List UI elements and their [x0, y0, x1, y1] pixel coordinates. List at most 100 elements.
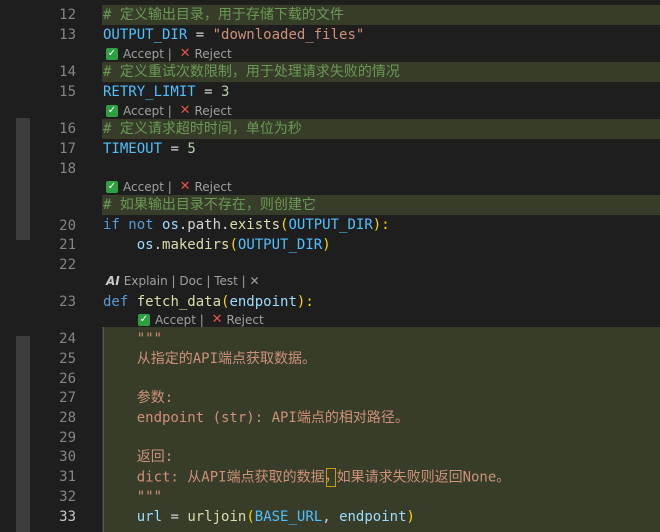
code-line[interactable]: def fetch_data(endpoint):	[103, 293, 314, 312]
docstring-punct: ，	[324, 469, 339, 485]
operator: .	[153, 237, 163, 253]
function-name: makedirs	[162, 237, 230, 253]
line-number: 24	[59, 331, 76, 347]
check-icon: ✓	[138, 313, 150, 326]
docstring-line: 从指定的API端点获取数据。	[103, 351, 317, 367]
keyword: def	[103, 294, 129, 310]
bracket: ):	[296, 294, 314, 310]
code-comment: # 定义重试次数限制，用于处理请求失败的情况	[103, 64, 400, 80]
identifier: OUTPUT_DIR	[103, 27, 188, 43]
bracket: )	[406, 509, 415, 525]
bracket: ):	[372, 217, 390, 233]
suggestion-actions: ✓ Accept | ✕ Reject	[138, 312, 264, 327]
identifier: os	[136, 237, 154, 253]
docstring-line: endpoint (str): API端点的相对路径。	[103, 410, 409, 426]
operator: =	[187, 27, 213, 43]
x-icon: ✕	[211, 312, 223, 327]
x-icon: ✕	[179, 103, 191, 118]
identifier: TIMEOUT	[103, 141, 163, 157]
identifier: RETRY_LIMIT	[103, 84, 196, 100]
line-number: 27	[59, 390, 76, 406]
identifier: BASE_URL	[254, 509, 323, 525]
bracket: (	[229, 237, 238, 253]
line-number: 20	[59, 218, 76, 234]
separator: |	[163, 179, 176, 194]
reject-button[interactable]: Reject	[194, 47, 231, 61]
accept-button[interactable]: Accept	[123, 47, 164, 61]
line-number: 12	[59, 7, 76, 23]
function-name: fetch_data	[128, 294, 222, 310]
line-number: 15	[59, 84, 76, 100]
line-number: 23	[59, 294, 76, 310]
suggestion-actions: ✓ Accept | ✕ Reject	[106, 103, 232, 118]
check-icon: ✓	[106, 104, 118, 117]
docstring-line: """	[103, 331, 163, 347]
function-name: urljoin	[187, 509, 247, 525]
code-comment: # 如果输出目录不存在，则创建它	[103, 197, 316, 213]
reject-button[interactable]: Reject	[226, 313, 263, 327]
accept-button[interactable]: Accept	[123, 104, 164, 118]
function-name: exists	[229, 217, 281, 233]
line-number: 14	[59, 64, 76, 80]
identifier: url	[136, 509, 163, 525]
number-literal: 5	[187, 141, 196, 157]
operator: ,	[322, 509, 340, 525]
docstring-text: 如果请求失败则返回None。	[336, 469, 511, 486]
accept-button[interactable]: Accept	[123, 180, 164, 194]
line-number: 25	[59, 351, 76, 367]
check-icon: ✓	[106, 47, 118, 60]
line-number: 18	[59, 161, 76, 177]
suggestion-actions: ✓ Accept | ✕ Reject	[106, 179, 232, 194]
code-line[interactable]: os.makedirs(OUTPUT_DIR)	[103, 236, 331, 255]
string-literal: "downloaded_files"	[212, 27, 365, 43]
bracket: )	[322, 237, 331, 253]
codelens-links[interactable]: Explain | Doc | Test | ✕	[124, 274, 260, 288]
line-number: 30	[59, 449, 76, 465]
parameter: endpoint	[229, 294, 297, 310]
overview-ruler-mark	[16, 118, 30, 240]
operator: =	[162, 141, 188, 157]
docstring-line: 返回:	[103, 449, 174, 465]
code-line[interactable]: if not os.path.exists(OUTPUT_DIR):	[103, 216, 390, 235]
identifier: OUTPUT_DIR	[237, 237, 323, 253]
line-number: 26	[59, 371, 76, 387]
operator: .path.	[178, 217, 230, 233]
code-comment: # 定义请求超时时间，单位为秒	[103, 121, 302, 137]
code-line[interactable]: TIMEOUT = 5	[103, 140, 196, 159]
operator: =	[162, 509, 188, 525]
keyword: if	[103, 217, 120, 233]
overview-ruler-mark	[16, 336, 30, 532]
line-number: 21	[59, 237, 76, 253]
separator: |	[195, 312, 208, 327]
line-number: 22	[59, 257, 76, 273]
identifier: OUTPUT_DIR	[288, 217, 373, 233]
docstring-text: dict: 从API端点获取的数据	[103, 469, 325, 486]
ai-logo-icon: AI	[106, 274, 120, 288]
x-icon: ✕	[179, 179, 191, 194]
line-number: 31	[59, 469, 76, 485]
separator: |	[163, 46, 176, 61]
docstring-line: """	[103, 489, 163, 505]
line-number: 29	[59, 430, 76, 446]
code-line-active[interactable]: url = urljoin(BASE_URL, endpoint)	[103, 508, 415, 527]
line-number: 28	[59, 410, 76, 426]
code-comment: # 定义输出目录，用于存储下载的文件	[103, 7, 344, 23]
parameter: endpoint	[339, 509, 407, 525]
x-icon: ✕	[179, 46, 191, 61]
line-number: 32	[59, 489, 76, 505]
bracket: (	[246, 509, 255, 525]
code-line[interactable]: OUTPUT_DIR = "downloaded_files"	[103, 26, 364, 45]
operator: =	[195, 84, 222, 100]
accept-button[interactable]: Accept	[155, 313, 196, 327]
reject-button[interactable]: Reject	[194, 104, 231, 118]
reject-button[interactable]: Reject	[194, 180, 231, 194]
docstring-line: 参数:	[103, 390, 174, 406]
suggestion-actions: ✓ Accept | ✕ Reject	[106, 46, 232, 61]
code-line[interactable]: RETRY_LIMIT = 3	[103, 83, 229, 102]
codelens-actions[interactable]: AI Explain | Doc | Test | ✕	[106, 274, 260, 288]
line-number: 16	[59, 121, 76, 137]
line-number: 13	[59, 27, 76, 43]
bracket-match-box: ，	[324, 468, 339, 487]
